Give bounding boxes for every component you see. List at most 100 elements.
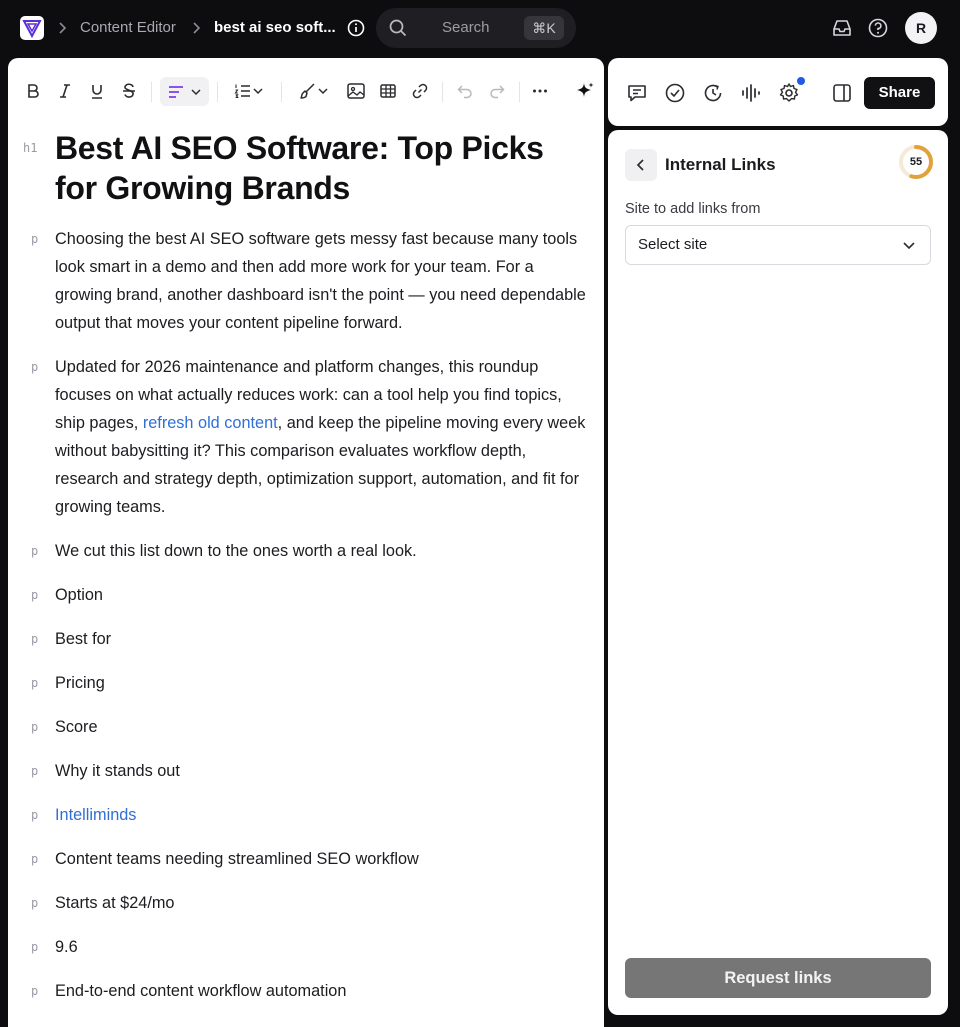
- breadcrumb-content-editor[interactable]: Content Editor: [80, 18, 176, 38]
- highlight-dropdown[interactable]: [292, 80, 336, 102]
- panel-title: Internal Links: [665, 155, 776, 174]
- image-icon: [347, 83, 365, 99]
- toolbar-divider: [217, 82, 218, 102]
- undo-icon: [457, 85, 472, 99]
- list-dropdown[interactable]: [227, 80, 271, 102]
- paragraph-row[interactable]: Pricing: [55, 669, 591, 697]
- brush-icon: [300, 83, 315, 99]
- info-icon[interactable]: [346, 18, 366, 38]
- internal-links-panel: Internal Links 55 Site to add links from…: [608, 130, 948, 1015]
- paragraph-link-row[interactable]: Intelliminds: [55, 801, 591, 829]
- insert-table-button[interactable]: [376, 80, 400, 102]
- block-type-label: p: [31, 720, 39, 734]
- italic-icon: [60, 84, 70, 98]
- paragraph-row[interactable]: Why it stands out: [55, 757, 591, 785]
- underline-button[interactable]: [85, 80, 109, 102]
- app-logo-icon[interactable]: [20, 16, 44, 40]
- chevron-down-icon: [318, 88, 328, 95]
- notification-dot: [797, 77, 805, 85]
- chevron-down-icon: [191, 89, 201, 96]
- settings-gear-icon[interactable]: [778, 82, 800, 104]
- undo-button[interactable]: [453, 80, 477, 102]
- block-type-label: p: [31, 360, 39, 374]
- content-score-value: 55: [909, 156, 923, 168]
- more-horizontal-icon: [533, 89, 547, 93]
- toolbar-divider: [442, 82, 443, 102]
- chevron-left-icon: [636, 159, 644, 171]
- document-title[interactable]: Best AI SEO Software: Top Picks for Grow…: [55, 128, 575, 208]
- block-type-label: p: [31, 896, 39, 910]
- chevron-right-icon: [59, 22, 67, 34]
- block-type-label: p: [31, 632, 39, 646]
- paragraph-row[interactable]: 9.6: [55, 933, 591, 961]
- site-select[interactable]: Select site: [625, 225, 931, 265]
- insert-link-button[interactable]: [408, 80, 432, 102]
- block-type-label: p: [31, 676, 39, 690]
- align-left-icon: [169, 86, 183, 98]
- audio-waveform-icon[interactable]: [740, 82, 762, 104]
- search-bar[interactable]: Search ⌘K: [376, 8, 576, 48]
- user-avatar[interactable]: R: [905, 12, 937, 44]
- paragraph-row[interactable]: Content teams needing streamlined SEO wo…: [55, 845, 591, 873]
- site-select-value: Select site: [638, 236, 708, 253]
- block-type-label: p: [31, 588, 39, 602]
- bold-icon: [28, 84, 39, 98]
- search-icon: [389, 19, 407, 37]
- redo-icon: [490, 85, 505, 99]
- strikethrough-icon: [123, 83, 135, 98]
- chevron-right-icon: [193, 22, 201, 34]
- ai-assist-button[interactable]: [573, 80, 597, 102]
- block-type-label: p: [31, 232, 39, 246]
- toolbar-divider: [151, 82, 152, 102]
- italic-button[interactable]: [53, 80, 77, 102]
- paragraph-updated[interactable]: Updated for 2026 maintenance and platfor…: [55, 353, 591, 521]
- block-type-label: h1: [23, 141, 38, 155]
- share-button[interactable]: Share: [864, 77, 935, 109]
- top-bar: Content Editor best ai seo soft... Searc…: [0, 0, 960, 56]
- underline-icon: [92, 85, 102, 99]
- chevron-down-icon: [903, 242, 915, 250]
- toolbar-divider: [281, 82, 282, 102]
- paragraph-row[interactable]: Best for: [55, 625, 591, 653]
- paragraph-row[interactable]: Option: [55, 581, 591, 609]
- sparkle-icon: [577, 82, 594, 97]
- redo-button[interactable]: [485, 80, 509, 102]
- check-circle-icon[interactable]: [664, 82, 686, 104]
- block-type-label: p: [31, 544, 39, 558]
- bold-button[interactable]: [21, 80, 45, 102]
- refresh-old-content-link[interactable]: refresh old content: [143, 414, 278, 432]
- block-type-label: p: [31, 808, 39, 822]
- history-icon[interactable]: [702, 82, 724, 104]
- numbered-list-icon: [234, 84, 250, 98]
- content-score-badge[interactable]: 55: [898, 144, 934, 180]
- right-toolbar: Share: [608, 58, 948, 126]
- insert-image-button[interactable]: [344, 80, 368, 102]
- block-type-label: p: [31, 984, 39, 998]
- paragraph-list-intro[interactable]: We cut this list down to the ones worth …: [55, 537, 591, 565]
- paragraph-intro[interactable]: Choosing the best AI SEO software gets m…: [55, 225, 591, 337]
- paragraph-row[interactable]: Score: [55, 713, 591, 741]
- block-type-label: p: [31, 940, 39, 954]
- block-type-label: p: [31, 764, 39, 778]
- chevron-down-icon: [253, 88, 263, 95]
- inbox-icon[interactable]: [831, 17, 853, 39]
- search-placeholder: Search: [442, 19, 490, 36]
- back-button[interactable]: [625, 149, 657, 181]
- paragraph-row[interactable]: End-to-end content workflow automation: [55, 977, 591, 1005]
- block-type-label: p: [31, 852, 39, 866]
- site-field-label: Site to add links from: [625, 201, 761, 217]
- help-icon[interactable]: [867, 17, 889, 39]
- table-icon: [380, 84, 396, 98]
- editor-panel: h1 Best AI SEO Software: Top Picks for G…: [8, 58, 604, 1027]
- link-icon: [412, 83, 428, 99]
- comment-icon[interactable]: [626, 82, 648, 104]
- request-links-button[interactable]: Request links: [625, 958, 931, 998]
- text-align-dropdown[interactable]: [160, 77, 209, 106]
- paragraph-row[interactable]: Starts at $24/mo: [55, 889, 591, 917]
- more-options-button[interactable]: [528, 80, 552, 102]
- strikethrough-button[interactable]: [117, 80, 141, 102]
- breadcrumb-current-document[interactable]: best ai seo soft...: [214, 18, 336, 38]
- sidebar-toggle-icon[interactable]: [831, 82, 853, 104]
- product-link[interactable]: Intelliminds: [55, 806, 136, 824]
- search-shortcut-badge: ⌘K: [524, 16, 564, 40]
